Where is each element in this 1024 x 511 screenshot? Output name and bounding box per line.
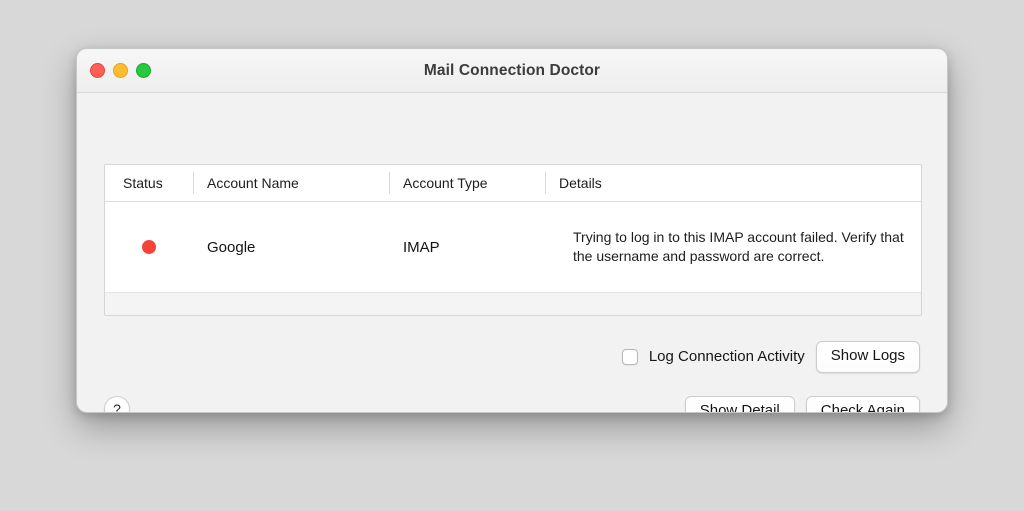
details-cell: Trying to log in to this IMAP account fa… — [545, 202, 921, 292]
column-header-details[interactable]: Details — [545, 165, 921, 201]
table-row[interactable]: Google IMAP Trying to log in to this IMA… — [105, 202, 921, 292]
log-activity-row: Log Connection Activity Show Logs — [621, 341, 920, 373]
window-titlebar: Mail Connection Doctor — [77, 49, 947, 93]
mail-connection-doctor-window: Mail Connection Doctor Status Account Na… — [76, 48, 948, 413]
column-header-status[interactable]: Status — [105, 165, 193, 201]
check-again-button[interactable]: Check Again — [805, 396, 920, 412]
window-title: Mail Connection Doctor — [423, 62, 601, 79]
column-header-account-type[interactable]: Account Type — [389, 165, 545, 201]
status-cell — [105, 202, 193, 292]
column-header-account-name[interactable]: Account Name — [193, 165, 389, 201]
details-text: Trying to log in to this IMAP account fa… — [573, 229, 904, 264]
account-type-cell: IMAP — [403, 238, 440, 256]
log-connection-activity-checkbox[interactable] — [621, 348, 638, 365]
accounts-table: Status Account Name Account Type Details… — [104, 164, 922, 316]
log-connection-activity-label: Log Connection Activity — [648, 348, 805, 366]
window-content: Status Account Name Account Type Details… — [77, 93, 947, 412]
show-detail-button[interactable]: Show Detail — [684, 396, 795, 412]
show-logs-button[interactable]: Show Logs — [815, 341, 920, 373]
table-header-row: Status Account Name Account Type Details — [105, 165, 921, 202]
footer-button-row: Show Detail Check Again — [684, 396, 920, 412]
help-button[interactable]: ? — [104, 396, 130, 412]
table-footer-strip — [105, 292, 921, 315]
status-error-icon — [142, 240, 156, 254]
account-name-cell: Google — [207, 238, 256, 256]
